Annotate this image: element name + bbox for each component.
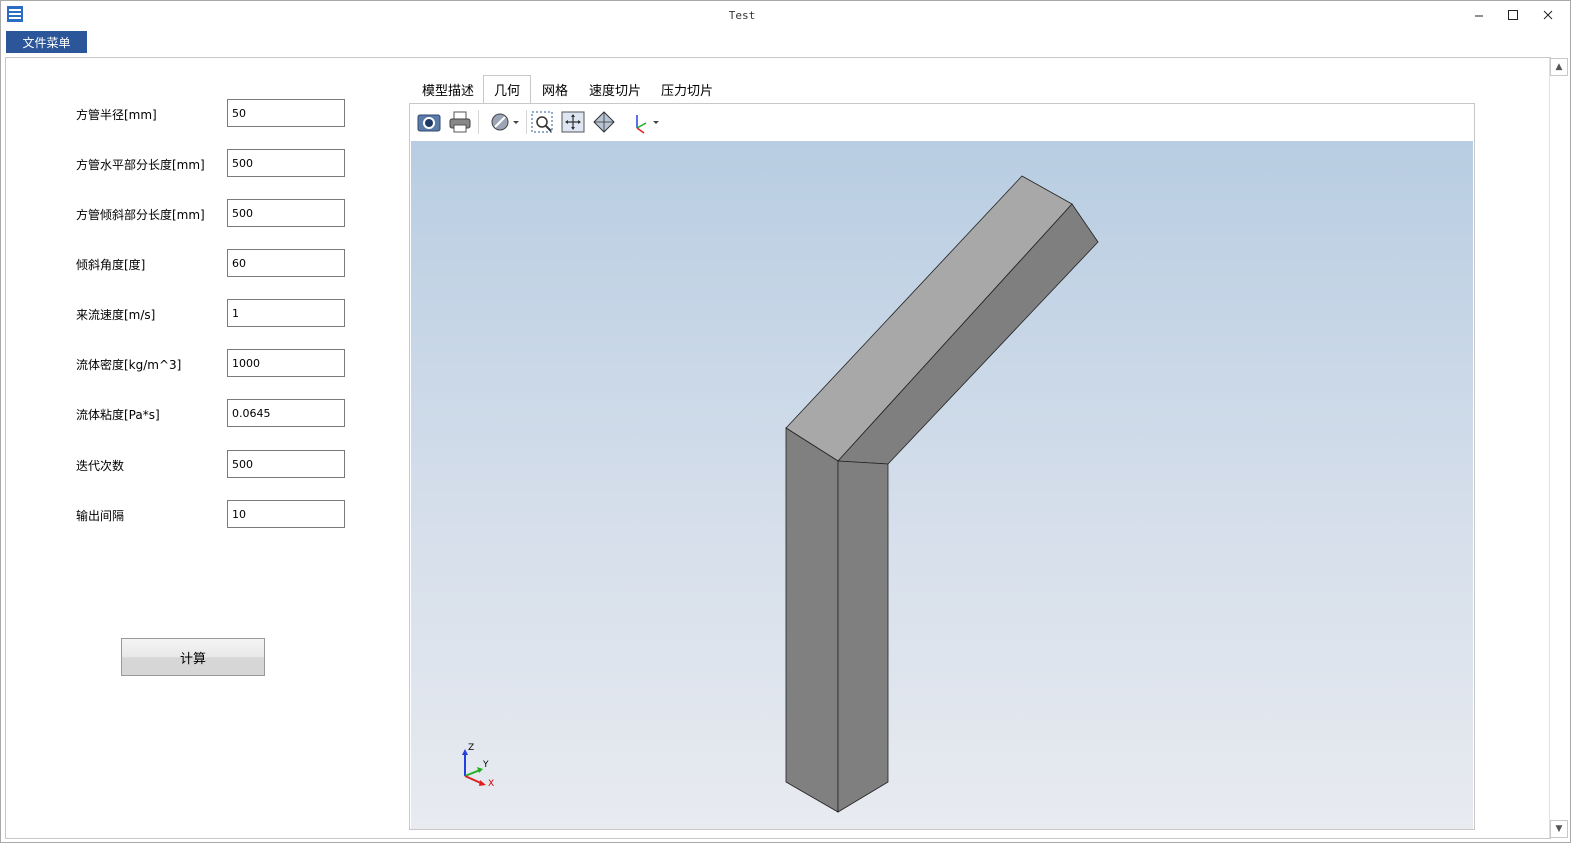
viscosity-input[interactable] xyxy=(227,399,345,427)
tab-mesh[interactable]: 网格 xyxy=(531,75,579,103)
scroll-down-icon[interactable]: ▼ xyxy=(1550,820,1568,838)
zoom-window-icon[interactable] xyxy=(530,110,556,134)
axis-label-y: Y xyxy=(483,760,489,770)
fit-all-icon[interactable] xyxy=(560,110,586,134)
window-title: Test xyxy=(728,9,756,22)
3d-viewport[interactable]: Z Y X xyxy=(411,141,1473,829)
toolbar-separator xyxy=(478,110,479,134)
radius-input[interactable] xyxy=(227,99,345,127)
axonometric-view-icon[interactable] xyxy=(591,110,617,134)
inflow-velocity-input[interactable] xyxy=(227,299,345,327)
incline-length-input[interactable] xyxy=(227,199,345,227)
viewer-toolbar xyxy=(410,104,1474,140)
field-label: 倾斜角度[度] xyxy=(76,258,146,272)
tab-geometry[interactable]: 几何 xyxy=(483,75,531,103)
field-label: 流体粘度[Pa*s] xyxy=(76,408,160,422)
display-mode-icon[interactable] xyxy=(488,110,522,134)
axis-label-x: X xyxy=(488,779,495,789)
minimize-icon[interactable] xyxy=(1462,1,1496,29)
pipe-model xyxy=(785,175,1099,813)
field-label: 方管水平部分长度[mm] xyxy=(76,158,205,172)
calculate-button[interactable]: 计算 xyxy=(121,638,265,676)
geometry-tab-panel: Z Y X xyxy=(409,103,1475,830)
tab-pressure-slice[interactable]: 压力切片 xyxy=(651,75,723,103)
field-label: 方管半径[mm] xyxy=(76,108,157,122)
horizontal-length-input[interactable] xyxy=(227,149,345,177)
camera-icon[interactable] xyxy=(416,110,442,134)
toolbar-separator xyxy=(526,110,527,134)
menu-bar: 文件菜单 xyxy=(1,29,1570,55)
field-label: 方管倾斜部分长度[mm] xyxy=(76,208,205,222)
main-panel: 方管半径[mm] 方管水平部分长度[mm] 方管倾斜部分长度[mm] 倾斜角度[… xyxy=(5,57,1551,839)
axis-label-z: Z xyxy=(468,743,475,753)
file-menu-button[interactable]: 文件菜单 xyxy=(6,31,87,53)
axis-triad: Z Y X xyxy=(458,743,508,793)
tab-velocity-slice[interactable]: 速度切片 xyxy=(579,75,651,103)
field-label: 迭代次数 xyxy=(76,459,125,473)
field-label: 输出间隔 xyxy=(76,509,125,523)
maximize-icon[interactable] xyxy=(1496,1,1530,29)
pipe-vertical-left-face xyxy=(785,427,839,813)
field-label: 流体密度[kg/m^3] xyxy=(76,358,182,372)
axis-view-icon[interactable] xyxy=(628,110,662,134)
density-input[interactable] xyxy=(227,349,345,377)
field-label: 来流速度[m/s] xyxy=(76,308,156,322)
incline-angle-input[interactable] xyxy=(227,249,345,277)
title-bar: Test xyxy=(1,1,1570,29)
app-window: Test 文件菜单 方管半径[mm] 方管水平部分长度[mm] 方管倾斜部分长度… xyxy=(0,0,1571,843)
close-icon[interactable] xyxy=(1531,1,1565,29)
print-icon[interactable] xyxy=(447,110,473,134)
vertical-scrollbar[interactable]: ▲ ▼ xyxy=(1549,58,1568,838)
pipe-vertical-right-face xyxy=(837,460,889,813)
scroll-up-icon[interactable]: ▲ xyxy=(1550,58,1568,76)
output-interval-input[interactable] xyxy=(227,500,345,528)
iterations-input[interactable] xyxy=(227,450,345,478)
tab-model-description[interactable]: 模型描述 xyxy=(413,75,483,103)
